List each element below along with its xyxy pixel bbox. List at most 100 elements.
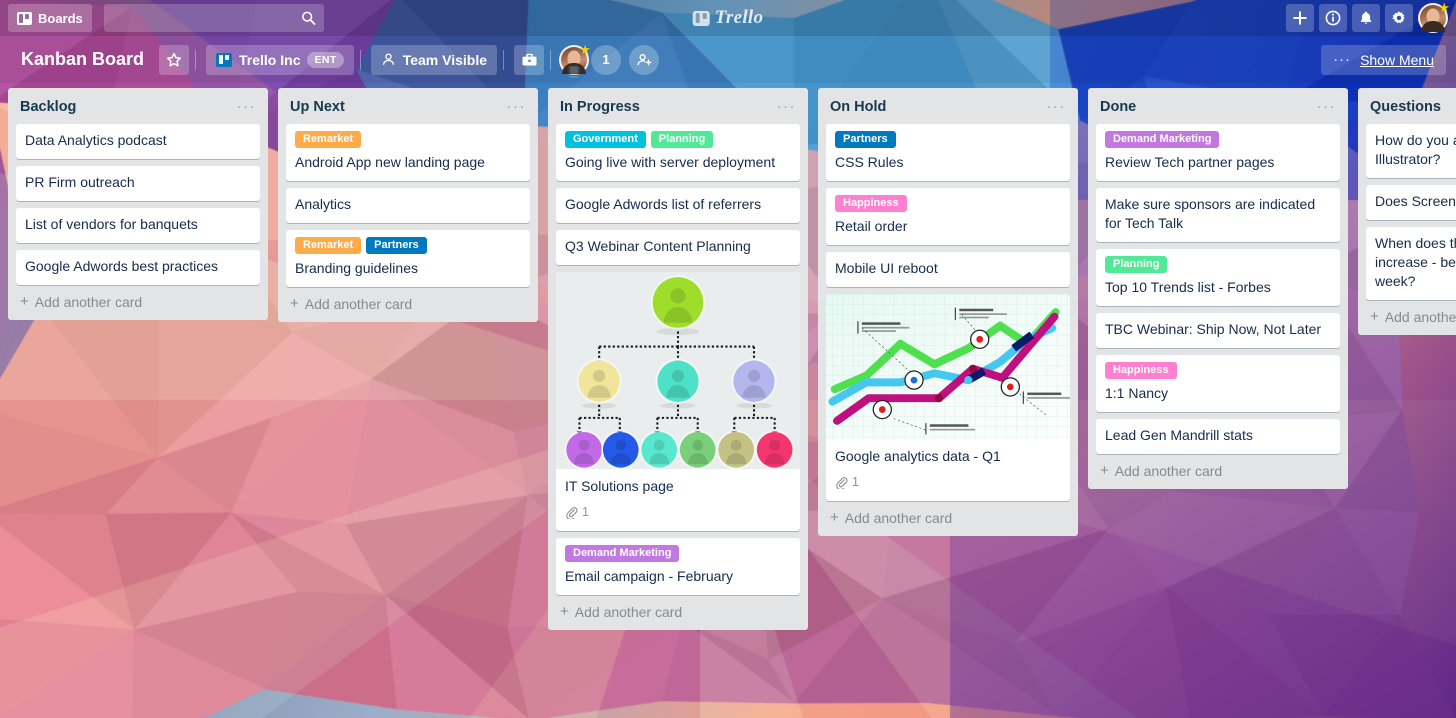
star-board-button[interactable] [159,44,190,75]
card[interactable]: Lead Gen Mandrill stats [1096,419,1340,454]
settings-button[interactable] [1385,4,1413,32]
add-another-card-button[interactable]: + Add another card [1088,454,1348,483]
card[interactable]: Analytics [286,188,530,223]
add-another-card-button[interactable]: + Add another card [278,287,538,316]
card[interactable]: TBC Webinar: Ship Now, Not Later [1096,313,1340,348]
add-person-icon [636,53,651,65]
card[interactable]: How do you add a brush in Illustrator? [1366,124,1456,178]
list-title[interactable]: In Progress [560,99,775,115]
card-label[interactable]: Happiness [1105,362,1177,379]
card[interactable]: Does Screenhero work on Linux? [1366,185,1456,220]
card[interactable]: PR Firm outreach [16,166,260,201]
card[interactable]: List of vendors for banquets [16,208,260,243]
list-menu-icon[interactable]: ··· [505,99,529,114]
butler-button[interactable] [514,44,544,75]
card[interactable]: Planning Top 10 Trends list - Forbes [1096,249,1340,306]
star-outline-icon [166,52,182,66]
list-menu-icon[interactable]: ··· [1315,99,1339,114]
notifications-button[interactable] [1352,4,1380,32]
card-title: Branding guidelines [295,260,418,276]
card-body: Google analytics data - Q1 1 [826,439,1070,501]
card[interactable]: Google analytics data - Q1 1 [826,294,1070,501]
user-avatar[interactable]: ★ [1418,1,1450,33]
list-title[interactable]: Backlog [20,99,235,115]
card-label[interactable]: Remarket [295,131,362,148]
boards-grid-icon [17,11,32,25]
boards-button[interactable]: Boards [8,4,92,32]
plus-icon: + [560,603,569,620]
card[interactable]: Remarket Partners Branding guidelines [286,230,530,287]
card[interactable]: Happiness 1:1 Nancy [1096,355,1340,412]
add-member-button[interactable] [629,44,659,75]
gear-icon [1392,11,1405,24]
card-label[interactable]: Happiness [835,195,907,212]
card-label[interactable]: Planning [1105,256,1168,273]
search-box[interactable] [103,4,324,32]
card-label[interactable]: Planning [650,131,714,148]
add-another-card-button[interactable]: + Add another card [548,595,808,624]
card-title: Mobile UI reboot [835,260,938,276]
card[interactable]: When does the hosting cost increase - be… [1366,227,1456,300]
card-labels: Happiness [835,195,1061,212]
card[interactable]: Google Adwords best practices [16,250,260,285]
list-cards: Government Planning Going live with server… [548,124,808,595]
card-badges: 1 [565,503,791,522]
list-title[interactable]: Up Next [290,99,505,115]
card-label[interactable]: Partners [366,237,427,254]
organization-button[interactable]: Trello Inc ENT [206,44,354,75]
list-title[interactable]: On Hold [830,99,1045,115]
add-card-label: Add another card [304,296,413,312]
add-card-label: Add another card [1384,309,1456,325]
boards-button-label: Boards [38,10,83,26]
card[interactable]: Make sure sponsors are indicated for Tec… [1096,188,1340,242]
show-menu-button[interactable]: ··· Show Menu [1321,44,1446,75]
card[interactable]: Government Planning Going live with server… [556,124,800,181]
list-menu-icon[interactable]: ··· [235,99,259,114]
list-menu-icon[interactable]: ··· [1045,99,1069,114]
search-input[interactable] [103,4,324,32]
add-another-card-button[interactable]: + Add another card [8,285,268,314]
card-label[interactable]: Demand Marketing [565,545,680,562]
member-count-badge[interactable]: 1 [591,44,621,75]
list-title[interactable]: Done [1100,99,1315,115]
card-title: Retail order [835,218,908,234]
card[interactable]: Partners CSS Rules [826,124,1070,181]
card-title: Make sure sponsors are indicated for Tec… [1105,196,1316,231]
board-member-avatar[interactable]: ★ ☰ [559,43,591,78]
info-button[interactable] [1319,4,1347,32]
card-title: Top 10 Trends list - Forbes [1105,279,1271,295]
add-another-card-button[interactable]: + Add another card [1358,300,1456,329]
add-another-card-button[interactable]: + Add another card [818,501,1078,530]
card-labels: Planning [1105,256,1331,273]
card[interactable]: Google Adwords list of referrers [556,188,800,223]
card-title: How do you add a brush in Illustrator? [1375,132,1456,167]
card-label[interactable]: Remarket [295,237,362,254]
card[interactable]: Mobile UI reboot [826,252,1070,287]
card-title: IT Solutions page [565,478,674,494]
list-menu-icon[interactable]: ··· [775,99,799,114]
card[interactable]: Data Analytics podcast [16,124,260,159]
board-lists-container: Backlog ··· Data Analytics podcast PR Firm… [0,83,1456,718]
card[interactable]: Q3 Webinar Content Planning [556,230,800,265]
card-label[interactable]: Partners [835,131,896,148]
header-divider-1 [195,49,197,70]
card-label[interactable]: Government [565,131,646,148]
list-title[interactable]: Questions [1370,99,1456,115]
card[interactable]: IT Solutions page 1 [556,272,800,531]
card-title: Analytics [295,196,352,212]
visibility-button[interactable]: Team Visible [370,44,497,75]
add-button[interactable] [1286,4,1314,32]
add-card-label: Add another card [844,510,953,526]
card-title: When does the hosting cost increase - be… [1375,235,1456,289]
list-header: In Progress ··· [548,88,808,124]
card[interactable]: Demand Marketing Review Tech partner page… [1096,124,1340,181]
paperclip-icon [836,477,848,489]
card[interactable]: Remarket Android App new landing page [286,124,530,181]
list-questions: Questions ···How do you add a brush in I… [1358,88,1456,335]
page-title[interactable]: Kanban Board [10,45,155,75]
card-label[interactable]: Demand Marketing [1105,131,1220,148]
card[interactable]: Demand Marketing Email campaign - Februar… [556,538,800,595]
visibility-label: Team Visible [402,51,487,68]
card-labels: Remarket [295,131,521,148]
card[interactable]: Happiness Retail order [826,188,1070,245]
